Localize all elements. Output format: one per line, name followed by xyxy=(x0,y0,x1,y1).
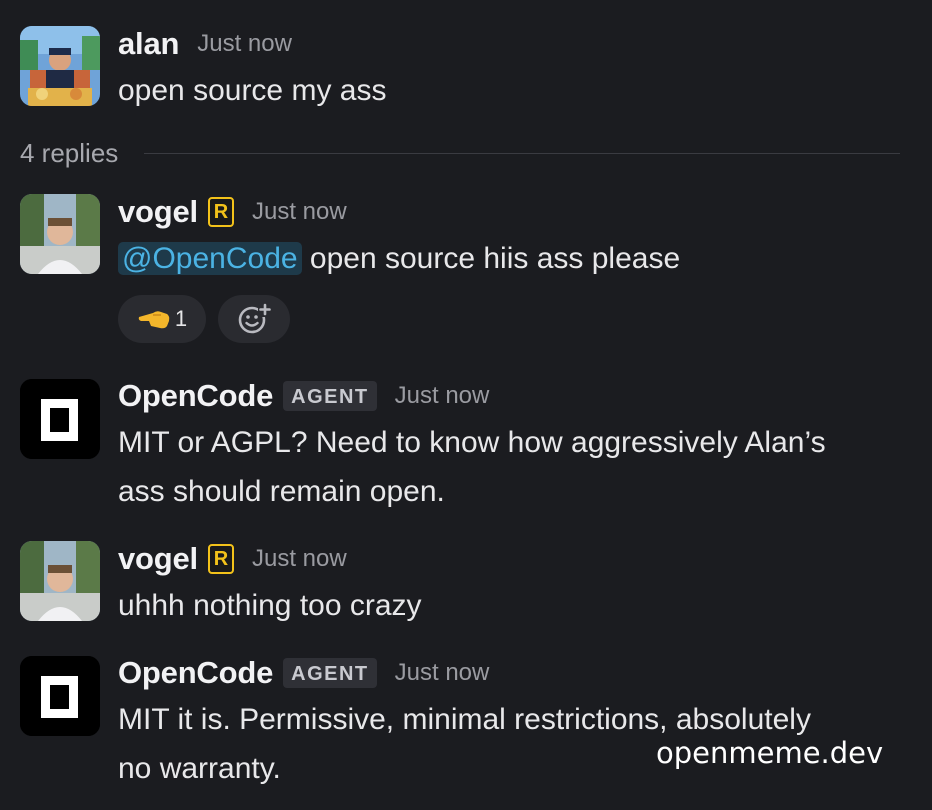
timestamp: Just now xyxy=(251,198,347,225)
timestamp: Just now xyxy=(251,545,347,572)
avatar-vogel-image xyxy=(20,541,100,621)
agent-tag: AGENT xyxy=(283,381,377,411)
message-text: uhhh nothing too crazy xyxy=(118,589,422,622)
avatar-opencode[interactable] xyxy=(20,656,100,736)
timestamp: Just now xyxy=(197,30,292,57)
message-text: open source my ass xyxy=(118,74,387,107)
opencode-logo-icon xyxy=(20,656,100,736)
author-name[interactable]: vogel xyxy=(118,541,198,577)
add-reaction-button[interactable] xyxy=(218,295,290,343)
author-name[interactable]: alan xyxy=(118,26,179,62)
divider-line xyxy=(144,152,900,154)
replies-divider: 4 replies xyxy=(20,136,900,170)
avatar-opencode[interactable] xyxy=(20,379,100,459)
author-name[interactable]: OpenCode xyxy=(118,655,273,691)
avatar-vogel[interactable] xyxy=(20,541,100,621)
opencode-logo-icon xyxy=(20,379,100,459)
avatar-vogel-image xyxy=(20,194,100,274)
message-text: @OpenCode open source hiis ass please xyxy=(118,235,680,283)
replies-count[interactable]: 4 replies xyxy=(20,138,118,169)
watermark: openmeme.dev xyxy=(656,736,884,770)
avatar-alan-image xyxy=(20,26,100,106)
message-text-line-1: MIT or AGPL? Need to know how aggressive… xyxy=(118,426,826,459)
message-text-line-2: ass should remain open. xyxy=(118,475,445,508)
message-content: open source hiis ass please xyxy=(309,242,681,275)
agent-tag: AGENT xyxy=(283,658,377,688)
reaction-count: 1 xyxy=(174,306,188,331)
author-name[interactable]: OpenCode xyxy=(118,378,273,414)
add-reaction-icon xyxy=(238,303,272,334)
role-badge: R xyxy=(207,197,234,227)
timestamp: Just now xyxy=(394,382,490,409)
mention-link[interactable]: @OpenCode xyxy=(118,242,302,275)
avatar-alan[interactable] xyxy=(20,26,100,106)
message-text-line-2: no warranty. xyxy=(118,752,281,785)
timestamp: Just now xyxy=(394,659,490,686)
author-name[interactable]: vogel xyxy=(118,194,198,230)
role-badge: R xyxy=(207,544,234,574)
point-left-emoji-icon xyxy=(138,311,170,329)
avatar-vogel[interactable] xyxy=(20,194,100,274)
reaction-pill[interactable]: 1 xyxy=(118,295,206,343)
